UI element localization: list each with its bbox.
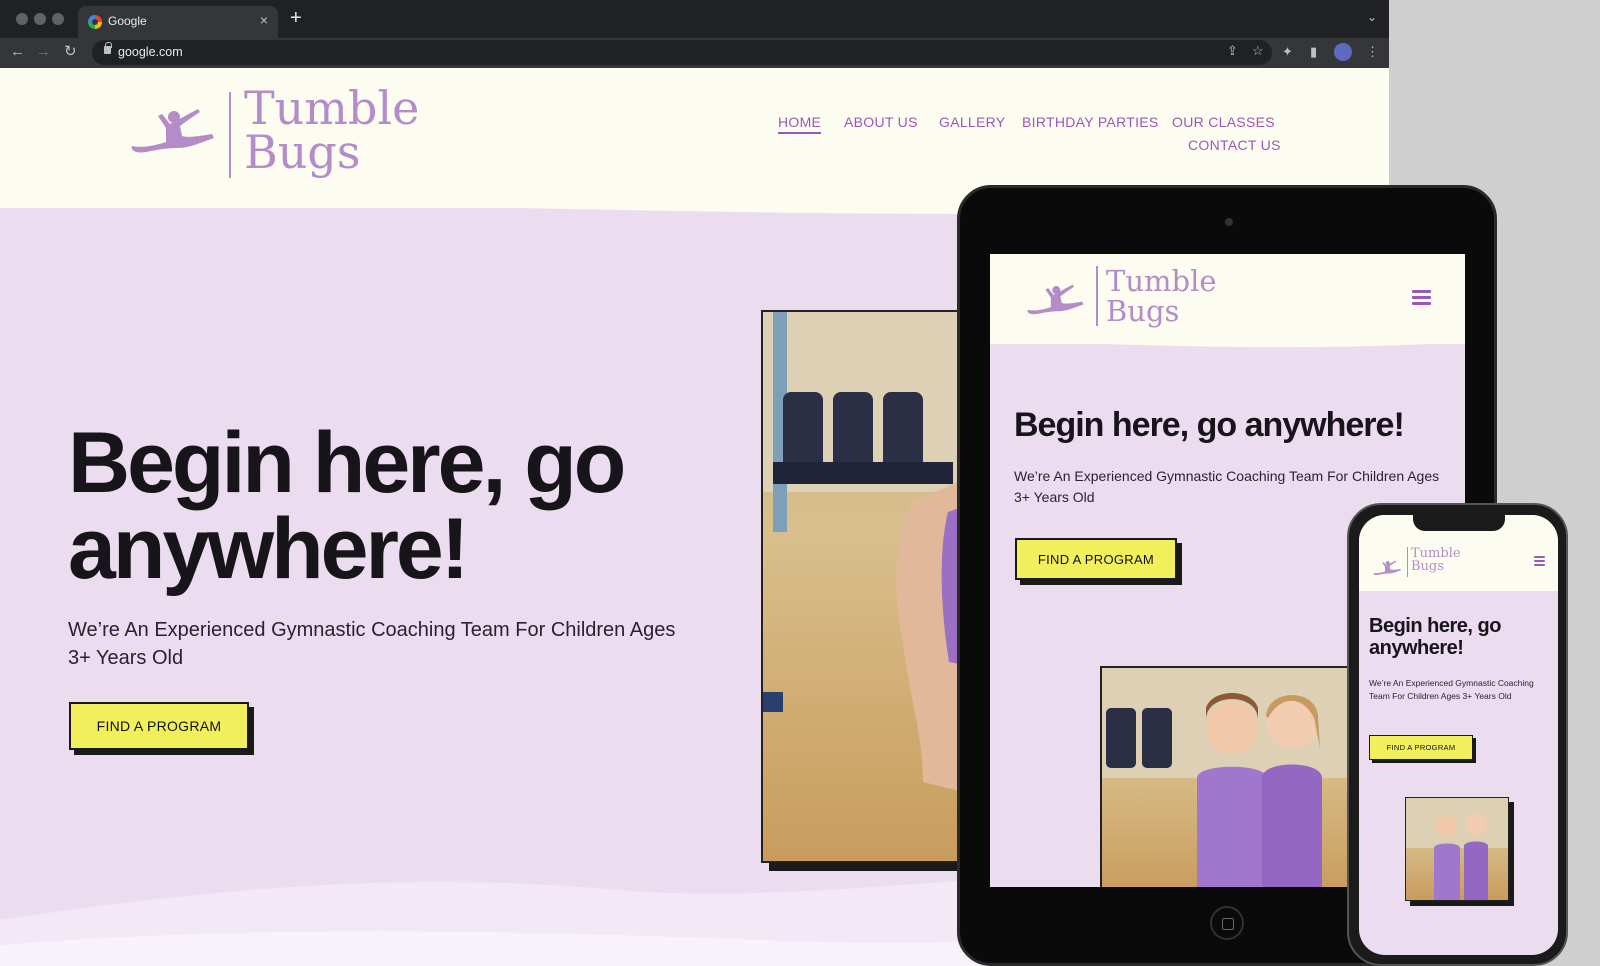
hero-subtitle: We’re An Experienced Gymnastic Coaching … bbox=[68, 619, 676, 669]
nav-birthday-parties[interactable]: BIRTHDAY PARTIES bbox=[1022, 114, 1159, 130]
phone-logo-icon[interactable] bbox=[1373, 560, 1403, 577]
tablet-header-wave bbox=[990, 334, 1465, 348]
browser-toolbar: ← → ↻ google.com ⇪ ☆ ✦ ▮ ⋮ bbox=[0, 38, 1389, 68]
nav-gallery[interactable]: GALLERY bbox=[939, 114, 1005, 130]
tab-close-icon[interactable]: × bbox=[260, 12, 268, 28]
sidepanel-icon[interactable]: ▮ bbox=[1310, 44, 1317, 60]
tablet-logo-icon[interactable] bbox=[1026, 284, 1088, 318]
gymnast-logo-icon[interactable] bbox=[130, 108, 220, 158]
tablet-logo-wordmark[interactable]: Tumble Bugs bbox=[1106, 266, 1217, 326]
address-bar[interactable]: google.com ⇪ ☆ bbox=[92, 40, 1272, 65]
logo-line-2: Bugs bbox=[244, 125, 361, 179]
tablet-home-button[interactable] bbox=[1210, 906, 1244, 940]
logo-wordmark[interactable]: Tumble Bugs bbox=[244, 81, 420, 179]
profile-avatar[interactable] bbox=[1334, 43, 1352, 61]
kebab-menu-icon[interactable]: ⋮ bbox=[1366, 44, 1379, 60]
nav-home[interactable]: HOME bbox=[778, 114, 822, 134]
tablet-logo-line-2: Bugs bbox=[1106, 294, 1180, 328]
tablet-find-a-program-button[interactable]: FIND A PROGRAM bbox=[1015, 538, 1177, 580]
tablet-camera bbox=[1225, 218, 1233, 226]
window-minimize-dot[interactable] bbox=[34, 13, 46, 25]
tablet-logo-line-1: Tumble bbox=[1106, 264, 1217, 298]
phone-notch bbox=[1413, 515, 1505, 531]
nav-about-us[interactable]: ABOUT US bbox=[844, 114, 918, 130]
phone-logo-wordmark[interactable]: Tumble Bugs bbox=[1411, 547, 1461, 573]
star-icon[interactable]: ☆ bbox=[1252, 43, 1264, 59]
new-tab-button[interactable]: + bbox=[290, 8, 302, 28]
phone-device: Tumble Bugs Begin here, go anywhere! We’… bbox=[1347, 503, 1568, 966]
tablet-logo-divider bbox=[1096, 266, 1098, 326]
forward-icon[interactable]: → bbox=[36, 43, 51, 61]
tablet-hero-photo bbox=[1100, 666, 1360, 887]
phone-find-a-program-button[interactable]: FIND A PROGRAM bbox=[1369, 735, 1473, 760]
tablet-hero-subtitle: We’re An Experienced Gymnastic Coaching … bbox=[1014, 468, 1440, 505]
tab-search-icon[interactable]: ⌄ bbox=[1367, 10, 1377, 24]
phone-hero-subtitle: We’re An Experienced Gymnastic Coaching … bbox=[1369, 678, 1534, 701]
tablet-hamburger-menu-icon[interactable] bbox=[1412, 290, 1431, 305]
tab-bar: Google × + ⌄ bbox=[0, 0, 1389, 38]
share-icon[interactable]: ⇪ bbox=[1227, 43, 1238, 59]
google-favicon-icon bbox=[88, 15, 102, 29]
phone-logo-line-2: Bugs bbox=[1411, 559, 1444, 574]
logo-divider bbox=[229, 92, 231, 178]
phone-girls-photo-illustration bbox=[1406, 798, 1508, 900]
phone-screen: Tumble Bugs Begin here, go anywhere! We’… bbox=[1359, 515, 1558, 955]
tablet-girls-photo-illustration bbox=[1102, 668, 1358, 887]
tab-title: Google bbox=[108, 14, 147, 28]
window-close-dot[interactable] bbox=[16, 13, 28, 25]
phone-hamburger-menu-icon[interactable] bbox=[1534, 556, 1545, 566]
lock-icon bbox=[104, 42, 112, 54]
find-a-program-button[interactable]: FIND A PROGRAM bbox=[69, 702, 249, 750]
hero-title: Begin here, go anywhere! bbox=[68, 415, 626, 597]
browser-tab[interactable]: Google × bbox=[78, 6, 278, 38]
phone-hero-title: Begin here, go anywhere! bbox=[1369, 615, 1501, 659]
back-icon[interactable]: ← bbox=[10, 43, 25, 61]
reload-icon[interactable]: ↻ bbox=[64, 43, 77, 61]
nav-our-classes[interactable]: OUR CLASSES bbox=[1172, 114, 1275, 130]
tablet-hero-title: Begin here, go anywhere! bbox=[1014, 406, 1405, 444]
window-maximize-dot[interactable] bbox=[52, 13, 64, 25]
nav-contact-us[interactable]: CONTACT US bbox=[1188, 137, 1281, 153]
phone-hero-photo bbox=[1405, 797, 1509, 901]
puzzle-icon[interactable]: ✦ bbox=[1282, 44, 1293, 60]
phone-logo-divider bbox=[1407, 547, 1408, 577]
url-text[interactable]: google.com bbox=[118, 45, 183, 59]
logo-line-1: Tumble bbox=[244, 81, 420, 135]
